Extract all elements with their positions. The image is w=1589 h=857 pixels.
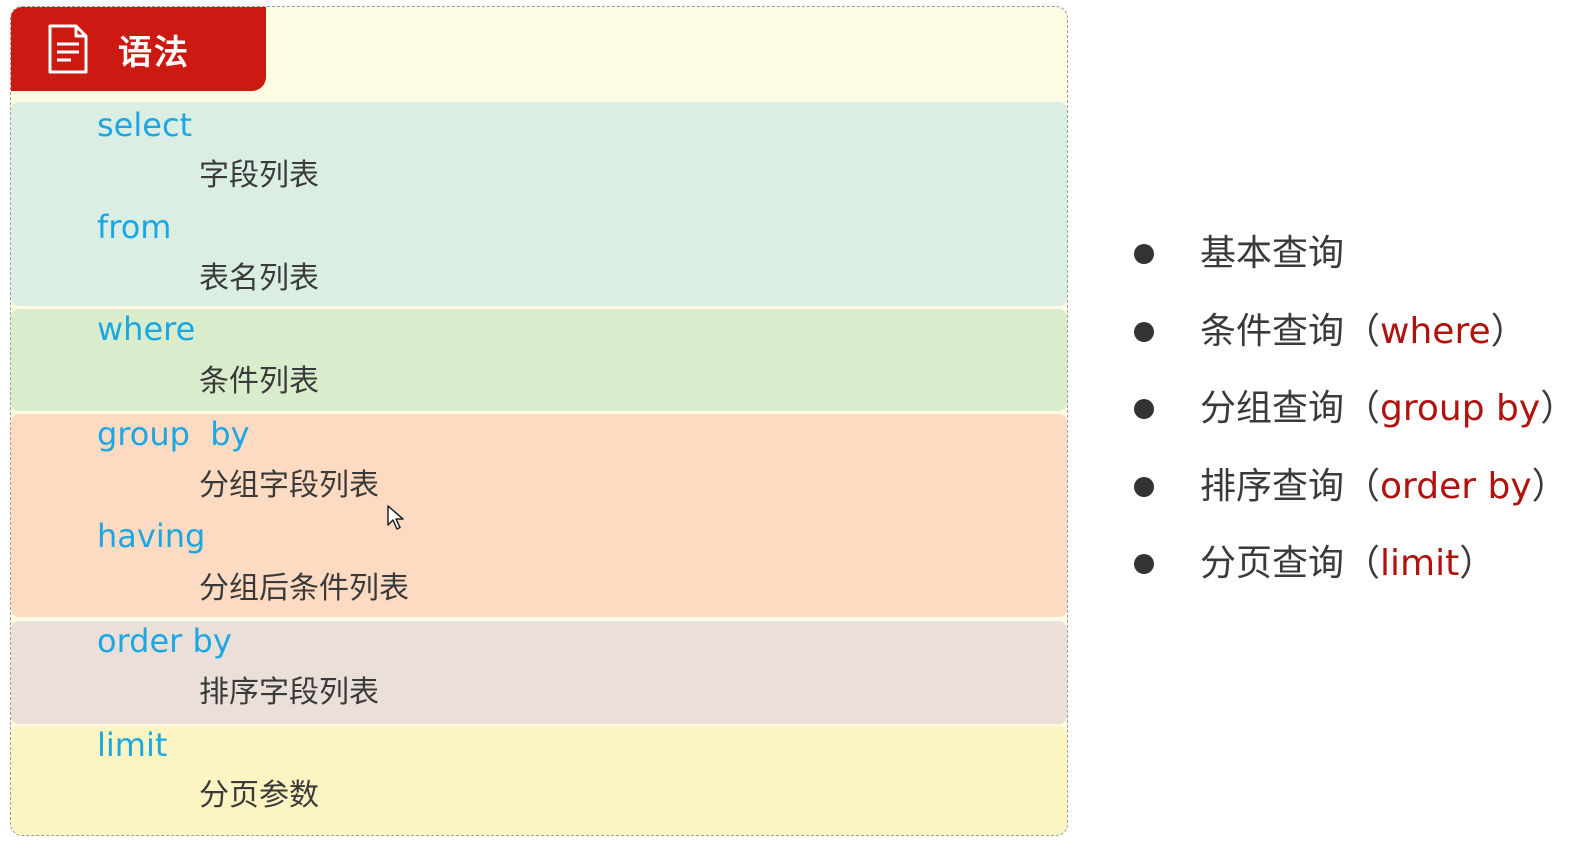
topic-label: 分组查询 [1200,388,1345,429]
list-item: 分组查询（group by） [1130,383,1576,461]
list-item: 条件查询（where） [1130,306,1576,384]
list-item: 排序查询（order by） [1130,461,1576,539]
topic-paren-close: ） [1540,388,1577,429]
desc-order-field-list: 排序字段列表 [199,675,379,710]
topic-keyword: group by [1380,388,1541,429]
keyword-limit: limit [97,726,168,764]
syntax-badge: 语法 [11,7,266,91]
topic-paren-open: （ [1344,465,1381,507]
band-limit [11,726,1067,835]
document-icon [48,24,88,74]
topic-text: 分页查询（limit） [1200,538,1495,590]
desc-having-condition-list: 分组后条件列表 [199,571,409,606]
bullet-dot-icon [1134,244,1154,264]
bullet-dot-icon [1134,476,1154,497]
desc-field-list: 字段列表 [199,158,319,193]
keyword-having: having [97,517,206,555]
topic-paren-close: ） [1459,543,1496,584]
topic-paren-close: ） [1490,310,1527,352]
bullet-dot-icon [1134,554,1154,574]
keyword-from: from [97,208,172,246]
topic-keyword: order by [1380,465,1532,507]
mouse-pointer-icon [387,505,404,530]
desc-table-list: 表名列表 [199,261,319,296]
topic-paren-open: （ [1344,543,1381,584]
topic-label: 基本查询 [1200,233,1345,274]
desc-condition-list: 条件列表 [199,364,319,399]
desc-group-field-list: 分组字段列表 [199,468,379,503]
syntax-title: 语法 [118,32,190,73]
keyword-order-by: order by [97,622,232,660]
bullet-dot-icon [1134,399,1154,419]
topic-keyword: where [1380,310,1491,352]
list-item: 基本查询 [1130,228,1576,306]
keyword-group-by: group by [97,415,250,453]
query-type-list: 基本查询 条件查询（where） 分组查询（group by） 排序查询（ord… [1130,228,1576,616]
topic-label: 分页查询 [1200,543,1345,584]
topic-keyword: limit [1380,543,1460,584]
keyword-where: where [97,310,196,348]
topic-paren-open: （ [1344,310,1381,352]
topic-paren-close: ） [1531,465,1568,507]
desc-paging-params: 分页参数 [199,778,319,813]
topic-text: 分组查询（group by） [1200,383,1576,435]
syntax-card: 语法 select 字段列表 from 表名列表 where 条件列表 grou… [10,6,1068,836]
bullet-dot-icon [1134,321,1154,342]
topic-label: 排序查询 [1200,465,1345,507]
topic-text: 排序查询（order by） [1200,461,1568,513]
topic-text: 条件查询（where） [1200,306,1527,358]
topic-label: 条件查询 [1200,310,1345,352]
keyword-select: select [97,106,193,144]
topic-paren-open: （ [1344,388,1381,429]
list-item: 分页查询（limit） [1130,538,1576,616]
topic-text: 基本查询 [1200,228,1344,280]
